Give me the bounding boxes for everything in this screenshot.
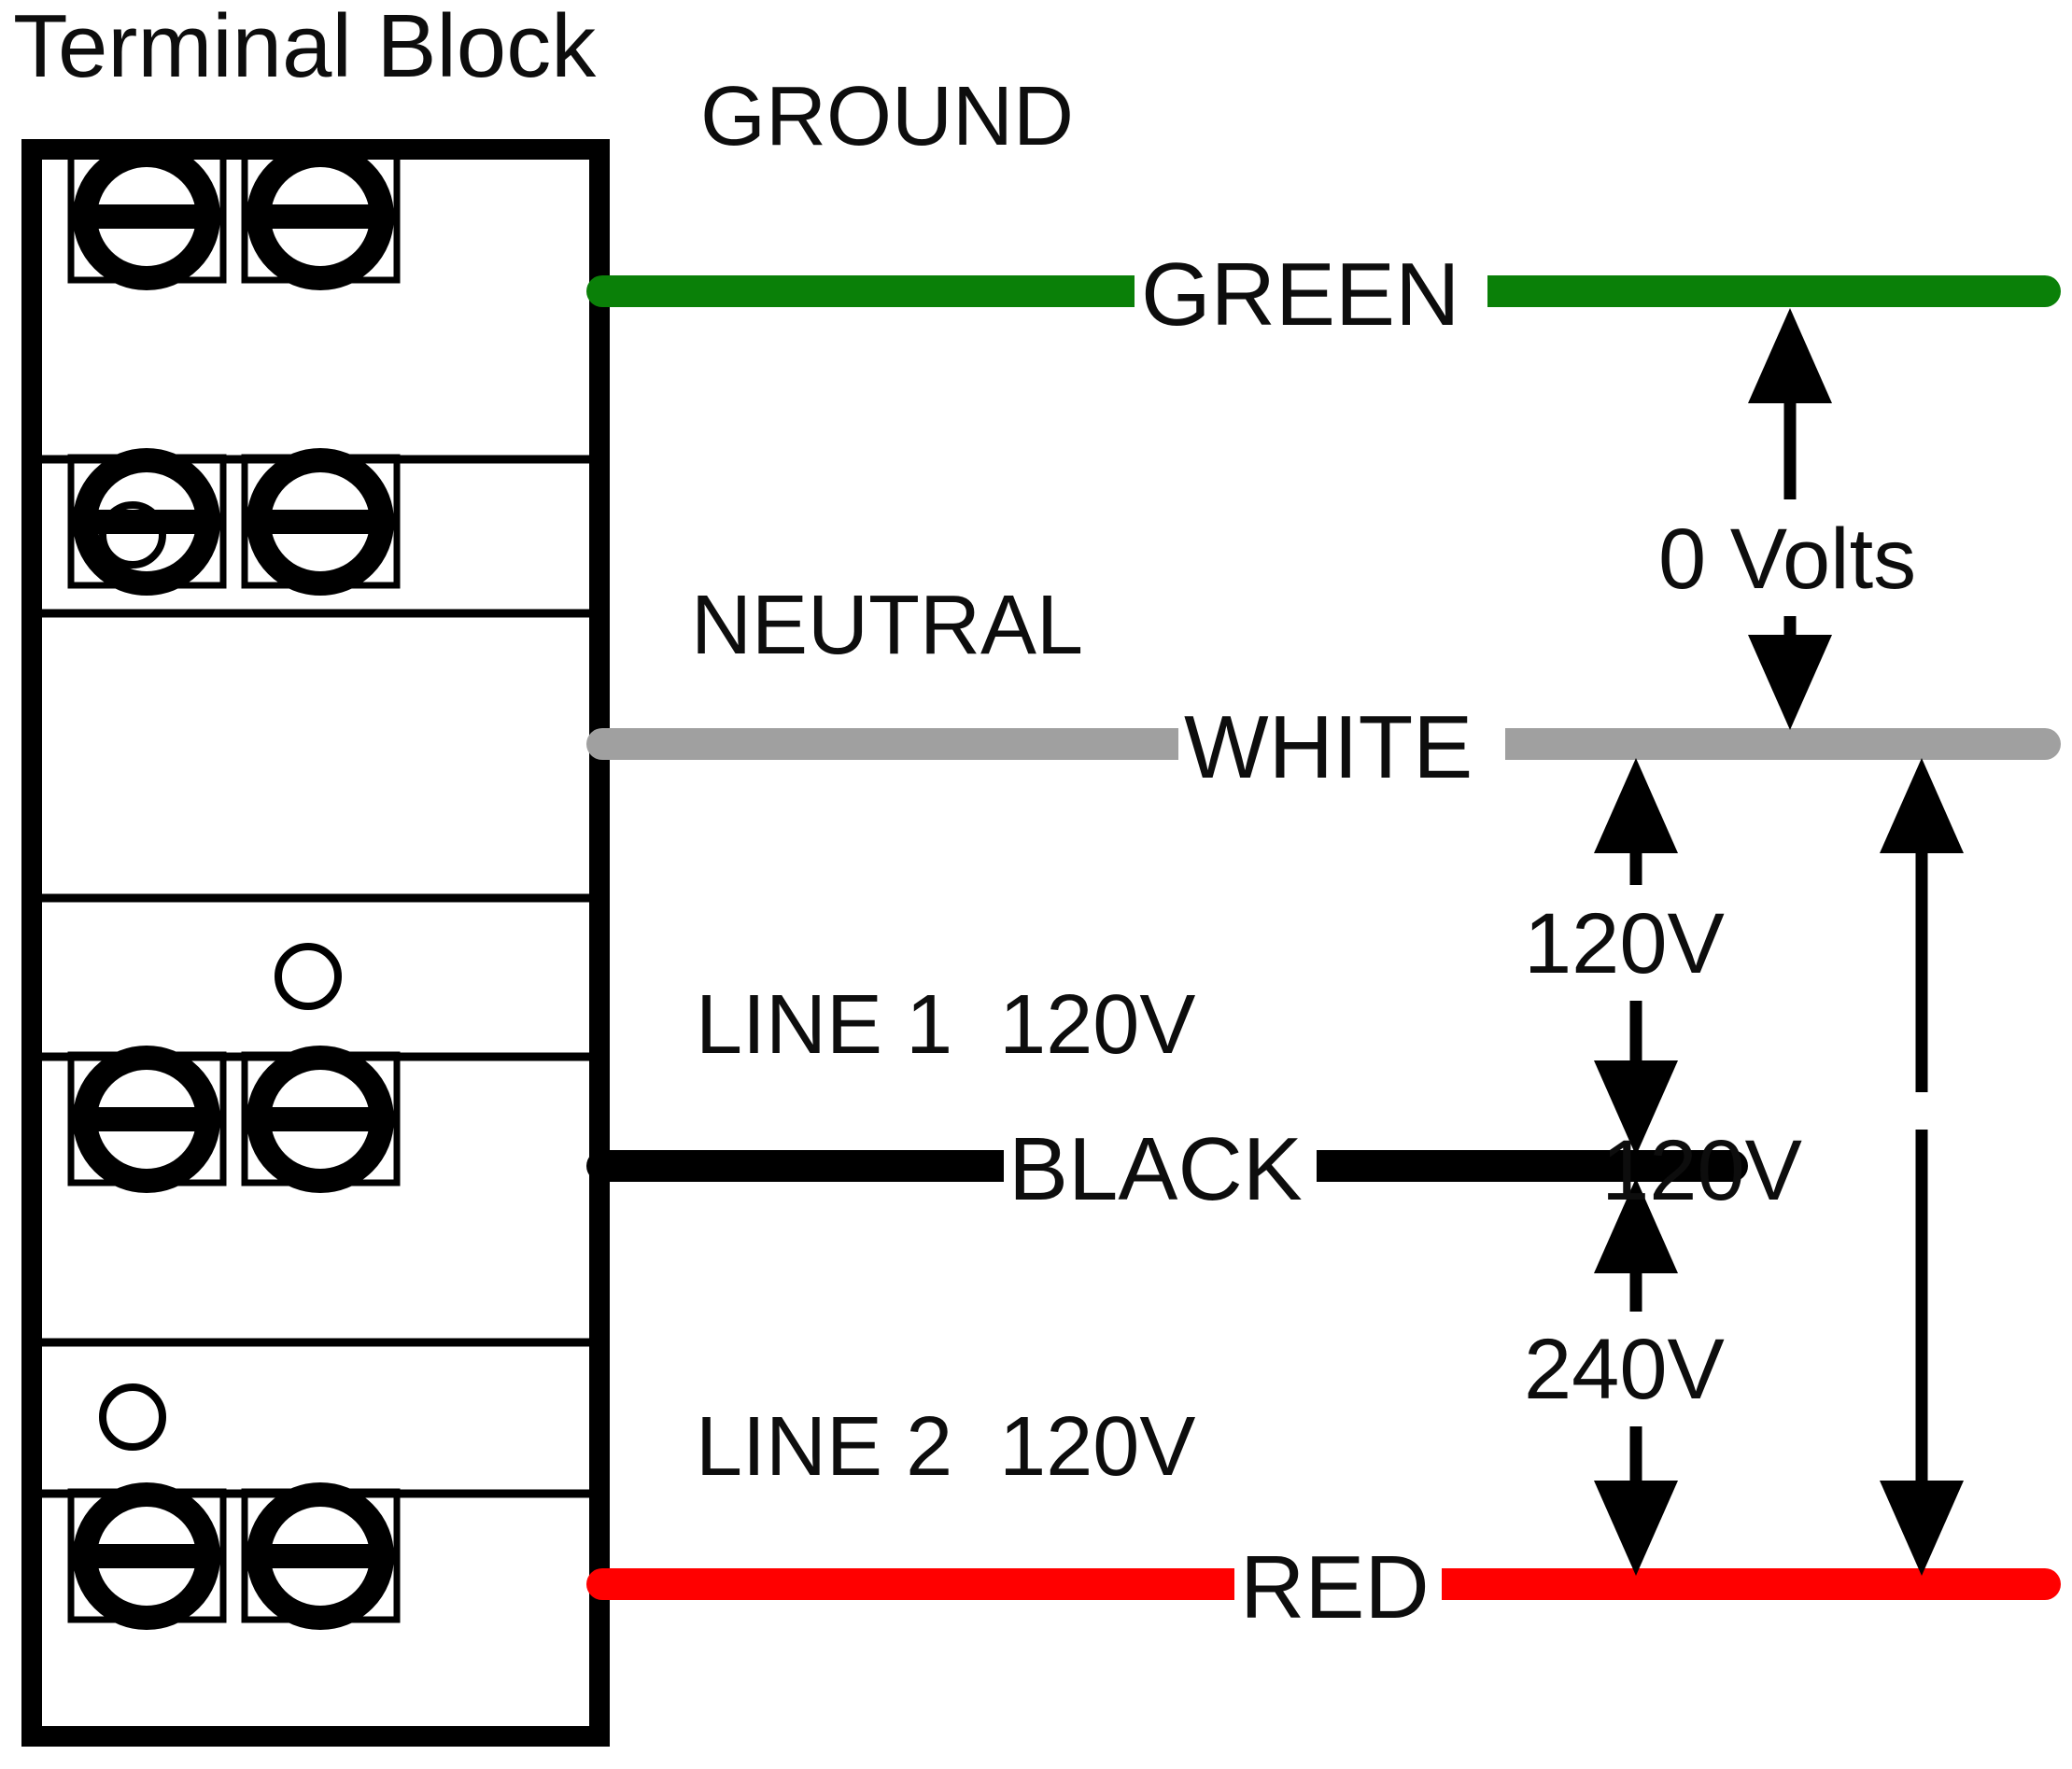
measurement-neutral-to-line2: 120V <box>1601 758 1964 1576</box>
measurement-label-120v-b: 120V <box>1601 1123 1802 1218</box>
role-label-neutral: NEUTRAL <box>691 579 1083 672</box>
arrowhead-down-icon <box>1594 1481 1678 1576</box>
role-label-line1: LINE 1 120V <box>696 978 1195 1072</box>
arrowhead-down-icon <box>1880 1481 1964 1576</box>
arrowhead-up-icon <box>1748 308 1832 403</box>
wire-label-green: GREEN <box>1141 245 1459 344</box>
measurement-label-120v-a: 120V <box>1524 896 1725 991</box>
wire-label-red: RED <box>1240 1537 1430 1637</box>
arrowhead-up-icon <box>1880 758 1964 853</box>
measurement-line1-to-line2: 240V <box>1524 1178 1725 1576</box>
arrowhead-down-icon <box>1748 635 1832 730</box>
diagram-canvas: Terminal Block GROUND NEUTRAL LINE 1 120… <box>13 0 2061 1747</box>
page-title: Terminal Block <box>13 0 597 96</box>
measurement-label-240v: 240V <box>1524 1322 1725 1417</box>
wiring-diagram: Terminal Block GROUND NEUTRAL LINE 1 120… <box>0 0 2072 1769</box>
measurement-neutral-to-line1: 120V <box>1524 758 1725 1156</box>
role-label-ground: GROUND <box>700 70 1074 163</box>
arrowhead-up-icon <box>1594 758 1678 853</box>
measurement-label-0v: 0 Volts <box>1658 512 1916 607</box>
terminal-block <box>21 139 610 1747</box>
wire-label-black: BLACK <box>1008 1119 1303 1219</box>
role-label-line2: LINE 2 120V <box>696 1400 1195 1494</box>
measurement-ground-to-neutral: 0 Volts <box>1658 308 1916 730</box>
wire-label-white: WHITE <box>1184 697 1473 797</box>
